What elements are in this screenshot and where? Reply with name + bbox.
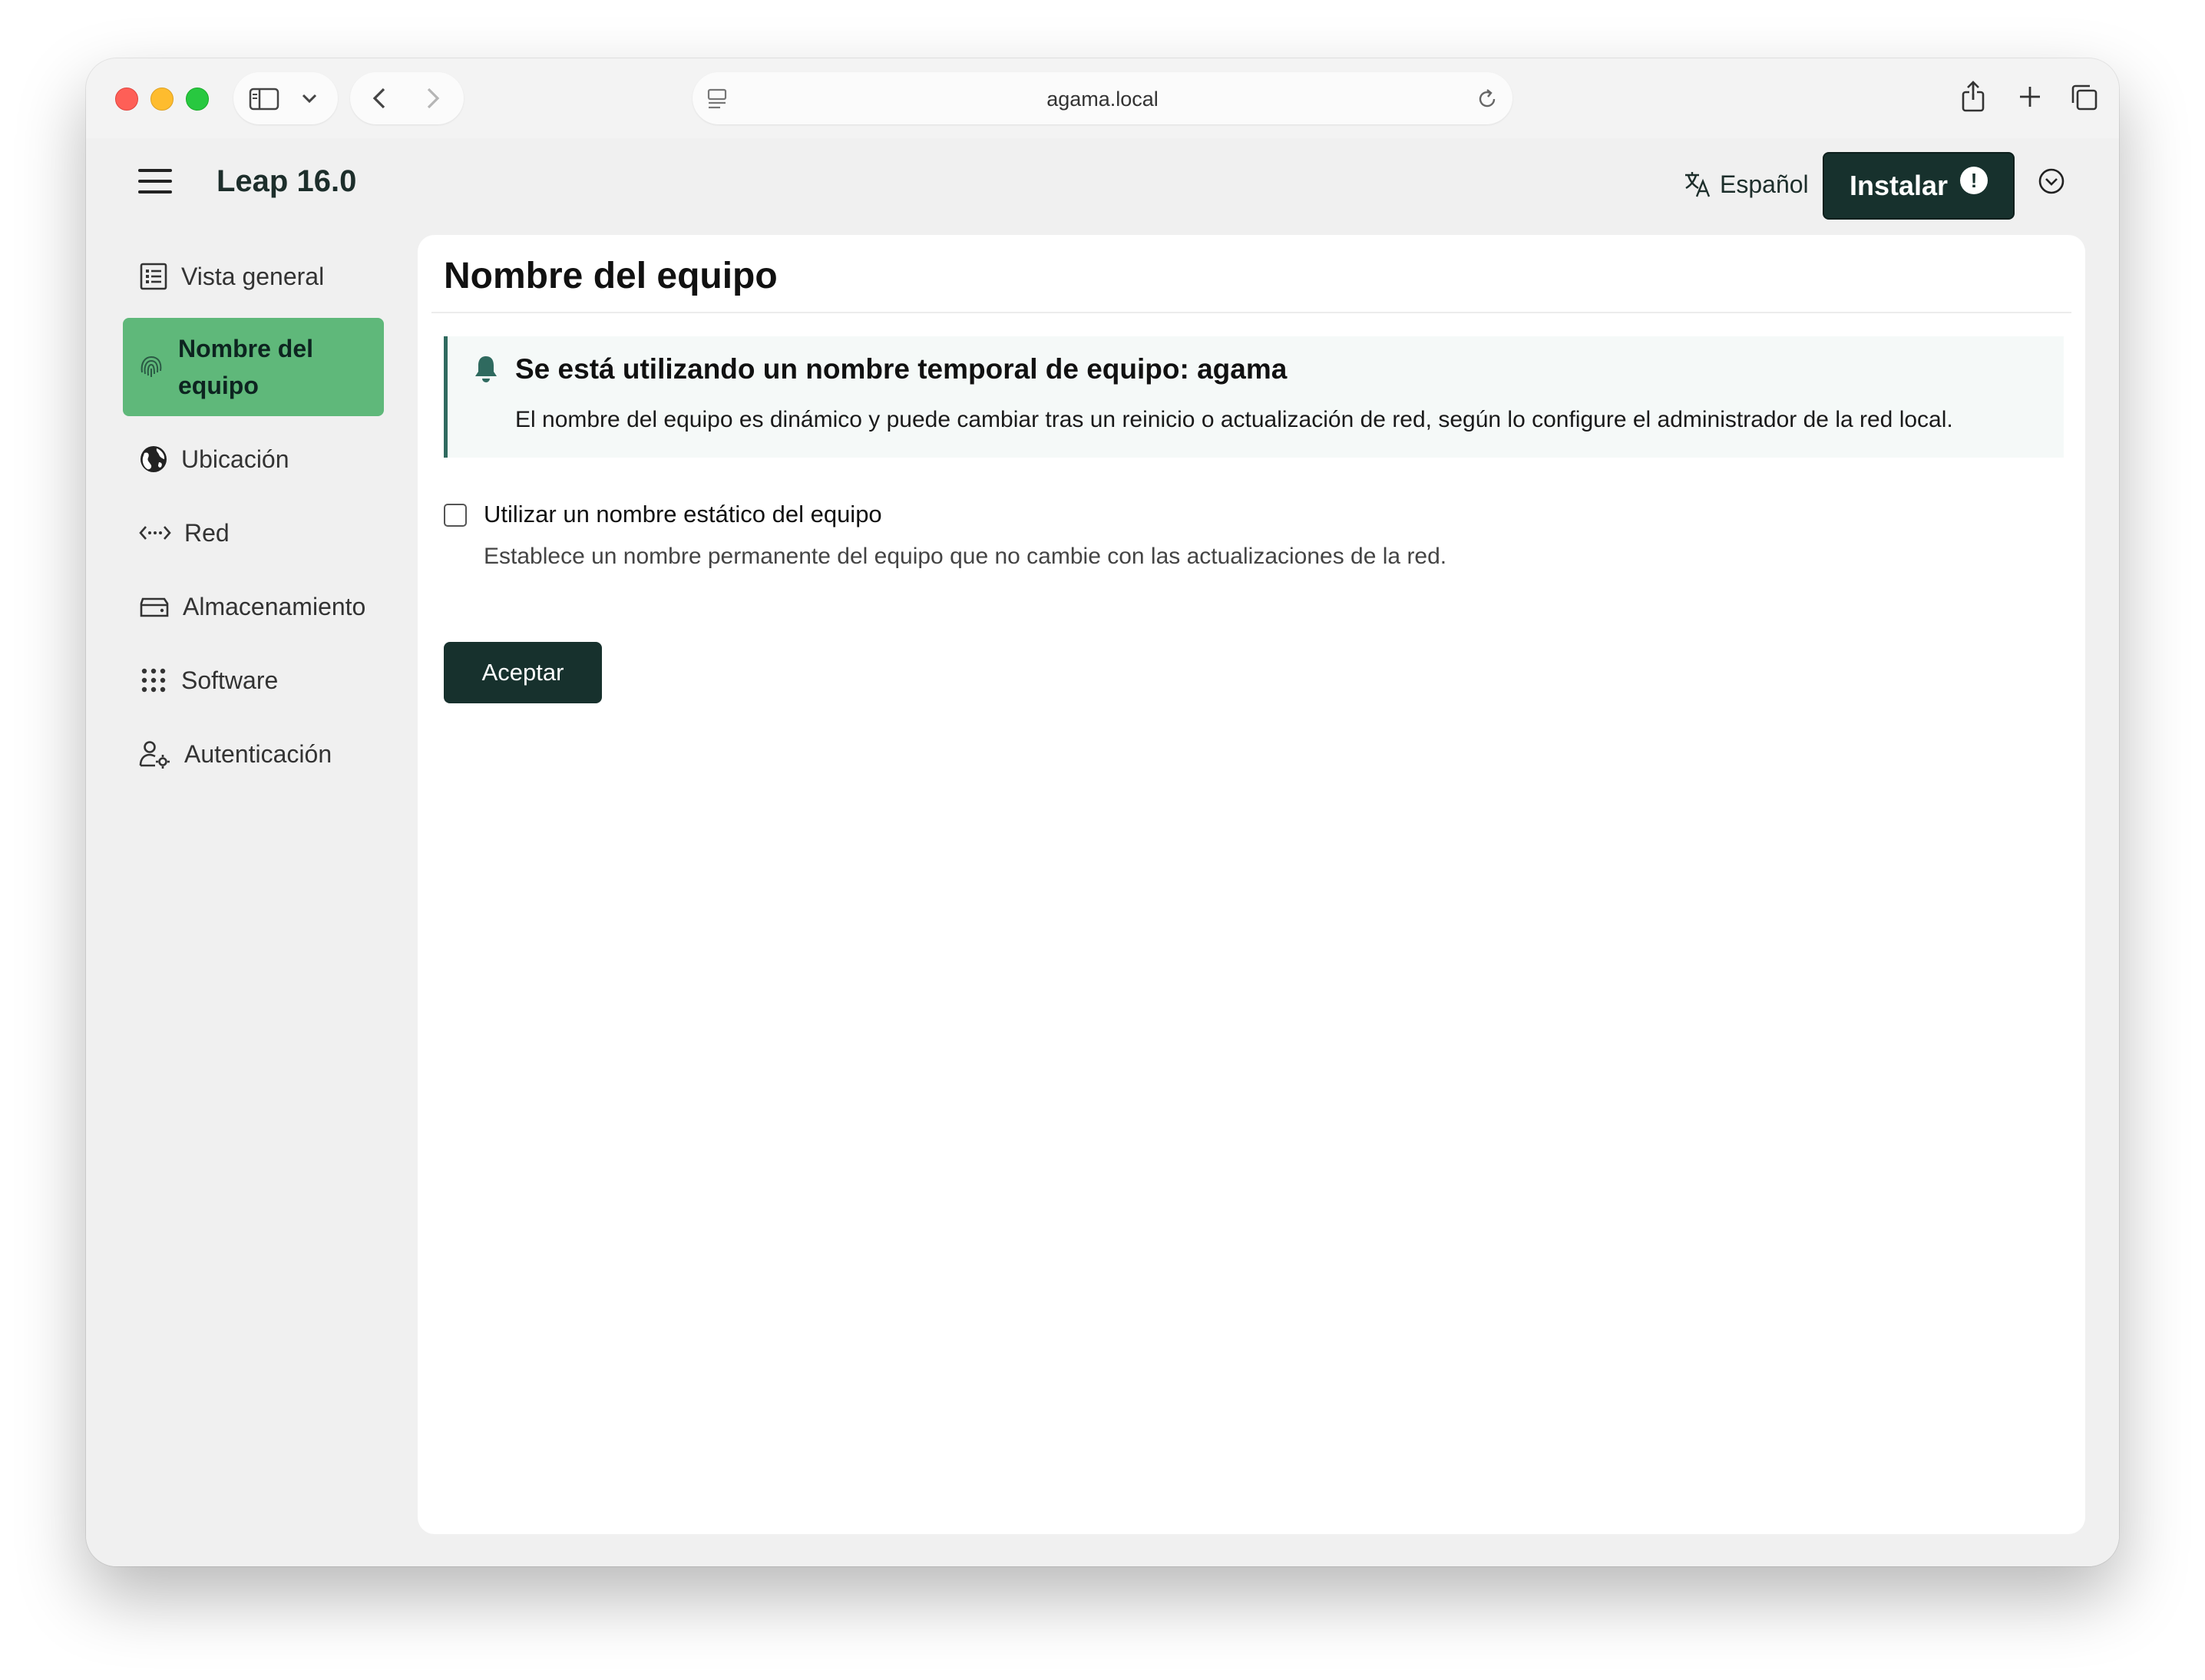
globe-icon <box>140 446 167 472</box>
translate-icon <box>1685 172 1711 197</box>
storage-icon <box>140 597 169 617</box>
url-text: agama.local <box>1046 88 1159 111</box>
sidebar-item-label: Ubicación <box>181 445 289 473</box>
browser-window: agama.local Leap 16.0 Español Instalar !… <box>86 58 2119 1566</box>
title-divider <box>431 312 2071 313</box>
sidebar-item-location[interactable]: Ubicación <box>123 422 384 496</box>
alert-body: El nombre del equipo es dinámico y puede… <box>515 407 1953 432</box>
user-settings-icon <box>139 741 170 769</box>
sidebar-item-software[interactable]: Software <box>123 643 384 717</box>
sidebar-item-label: Software <box>181 666 279 694</box>
browser-toolbar: agama.local <box>86 58 2119 139</box>
back-arrow-icon[interactable] <box>370 86 388 111</box>
options-chevron-icon[interactable] <box>2038 167 2065 195</box>
install-button[interactable]: Instalar ! <box>1823 152 2015 220</box>
product-name: Leap 16.0 <box>217 164 357 198</box>
accept-button[interactable]: Aceptar <box>444 642 602 703</box>
reload-icon[interactable] <box>1476 88 1499 111</box>
sidebar-item-network[interactable]: Red <box>123 496 384 570</box>
fingerprint-icon <box>140 356 162 377</box>
sidebar-item-label: Vista general <box>181 262 325 290</box>
language-label: Español <box>1720 170 1809 198</box>
apps-grid-icon <box>141 668 166 693</box>
sidebar-item-overview[interactable]: Vista general <box>123 240 384 313</box>
static-hostname-label[interactable]: Utilizar un nombre estático del equipo <box>484 501 882 528</box>
sidebar-item-label: Red <box>184 518 230 547</box>
sidebar-item-label: Nombre del equipo <box>178 335 314 399</box>
network-icon <box>139 526 171 540</box>
static-hostname-checkbox[interactable] <box>444 504 467 527</box>
sidebar-toggle-icon[interactable] <box>249 88 279 111</box>
sidebar-item-storage[interactable]: Almacenamiento <box>123 570 384 643</box>
install-label: Instalar <box>1849 170 1949 201</box>
warning-icon: ! <box>1960 167 1988 194</box>
language-selector[interactable]: Español <box>1683 166 1809 203</box>
list-icon <box>140 263 167 290</box>
chevron-down-icon[interactable] <box>301 92 318 104</box>
sidebar-item-label: Almacenamiento <box>183 592 366 620</box>
page-title: Nombre del equipo <box>444 256 778 296</box>
sidebar-item-label: Autenticación <box>184 739 332 768</box>
close-window-button[interactable] <box>115 88 138 111</box>
app-area: Leap 16.0 Español Instalar ! Vista gener… <box>86 138 2119 1566</box>
sidebar-toggle-group[interactable] <box>233 72 338 124</box>
zoom-window-button[interactable] <box>186 88 209 111</box>
new-tab-icon[interactable] <box>2018 84 2042 109</box>
sidebar-item-authentication[interactable]: Autenticación <box>123 717 384 791</box>
forward-arrow-icon[interactable] <box>424 86 442 111</box>
static-hostname-help: Establece un nombre permanente del equip… <box>484 544 1447 569</box>
sidebar-item-hostname[interactable]: Nombre del equipo <box>123 318 384 416</box>
main-content-card: Nombre del equipo Se está utilizando un … <box>418 235 2085 1534</box>
hamburger-menu-icon[interactable] <box>138 169 172 193</box>
sidebar-nav: Vista general Nombre del equipo Ubicació… <box>123 240 384 791</box>
alert-title: Se está utilizando un nombre temporal de… <box>515 353 1288 385</box>
bell-icon <box>475 356 497 382</box>
share-icon[interactable] <box>1959 80 1987 114</box>
minimize-window-button[interactable] <box>150 88 174 111</box>
navigation-group <box>350 72 464 124</box>
address-bar[interactable]: agama.local <box>693 72 1512 124</box>
tab-overview-icon[interactable] <box>2070 83 2099 112</box>
temporary-hostname-alert: Se está utilizando un nombre temporal de… <box>444 336 2064 458</box>
